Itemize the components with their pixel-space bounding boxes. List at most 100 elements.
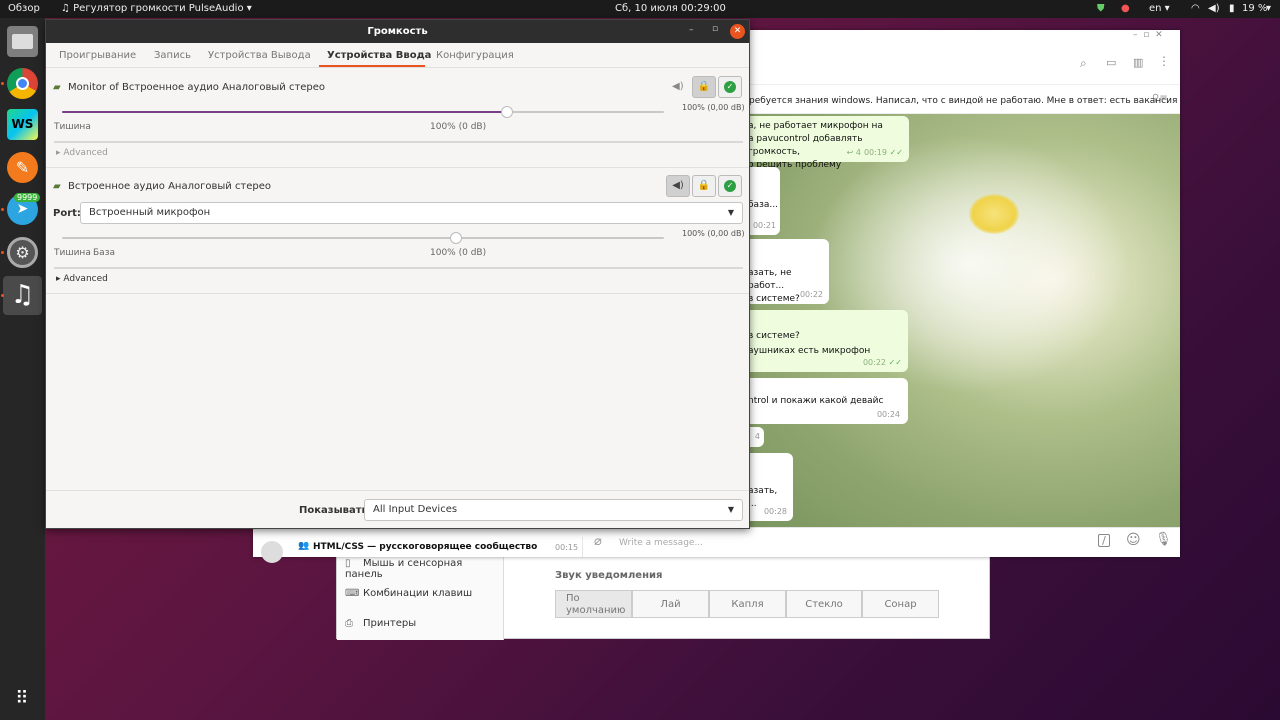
volume-icon[interactable]: ◀) bbox=[1208, 3, 1220, 14]
running-indicator bbox=[1, 251, 4, 254]
volume-slider[interactable] bbox=[62, 106, 664, 118]
running-indicator bbox=[1, 294, 4, 297]
tab-output-devices[interactable]: Устройства Вывода bbox=[208, 50, 311, 61]
show-select[interactable]: All Input Devices ▼ bbox=[364, 499, 743, 521]
chat-title: HTML/CSS — русскоговорящее сообщество bbox=[313, 542, 538, 552]
wifi-icon[interactable]: ◠ bbox=[1191, 3, 1200, 14]
more-icon[interactable]: ⋮ bbox=[1158, 54, 1170, 68]
speaker-icon: ◀) bbox=[672, 180, 684, 191]
chrome-icon[interactable] bbox=[7, 68, 38, 99]
advanced-expander[interactable]: ▸ Advanced bbox=[56, 148, 108, 158]
chat-list-item[interactable]: 👥 HTML/CSS — русскоговорящее сообщество … bbox=[253, 537, 583, 563]
settings-gear-icon[interactable]: ⚙ bbox=[7, 237, 38, 268]
battery-level: 19 % bbox=[1242, 3, 1268, 14]
close-icon[interactable]: ✕ bbox=[1155, 30, 1163, 40]
read-check-icon: ✓✓ bbox=[889, 148, 903, 157]
set-default-button[interactable]: ✓ bbox=[718, 175, 742, 197]
mute-button[interactable]: ◀) bbox=[666, 175, 690, 197]
webstorm-icon[interactable]: WS bbox=[7, 109, 38, 140]
compose-bar: ⌀ Write a message... / ☺ 🎙 bbox=[583, 527, 1180, 557]
speaker-icon: ◀) bbox=[672, 81, 684, 92]
message-bubble[interactable]: а, не работает микрофон на а pavucontrol… bbox=[740, 116, 909, 170]
app-grid-icon[interactable]: ⠿ bbox=[12, 689, 32, 709]
message-bubble[interactable]: ntrol и покажи какой девайс 00:24 bbox=[740, 378, 908, 424]
lock-channels-button[interactable]: 🔒 bbox=[692, 175, 716, 197]
microphone-icon[interactable]: 🎙 bbox=[1155, 532, 1172, 547]
device-name: Встроенное аудио Аналоговый стерео bbox=[68, 181, 272, 192]
sound-default-button[interactable]: По умолчанию bbox=[555, 590, 632, 618]
close-icon[interactable]: ✕ bbox=[730, 24, 745, 39]
minimize-icon[interactable]: – bbox=[689, 25, 694, 35]
lock-channels-button[interactable]: 🔒 bbox=[692, 76, 716, 98]
hundred-percent-label: 100% (0 dB) bbox=[430, 248, 487, 258]
lock-icon: 🔒 bbox=[697, 180, 711, 191]
dropdown-arrow-icon: ▼ bbox=[727, 505, 734, 514]
tab-configuration[interactable]: Конфигурация bbox=[436, 50, 514, 61]
sidebar-item-shortcuts[interactable]: ⌨ Комбинации клавиш bbox=[345, 588, 472, 599]
sound-glass-button[interactable]: Стекло bbox=[786, 590, 862, 618]
show-label: Показывать: bbox=[299, 505, 372, 516]
advanced-expander[interactable]: ▸ Advanced bbox=[56, 274, 108, 284]
settings-window: ▯ Мышь и сенсорная панель ⌨ Комбинации кла… bbox=[336, 548, 990, 640]
language-indicator[interactable]: en ▾ bbox=[1149, 3, 1170, 14]
battery-icon[interactable]: ▮ bbox=[1229, 3, 1235, 14]
settings-sidebar: ▯ Мышь и сенсорная панель ⌨ Комбинации кла… bbox=[337, 549, 504, 640]
silence-label: Тишина bbox=[54, 122, 91, 132]
microphone-device-icon: ▰ bbox=[53, 181, 61, 192]
attach-icon[interactable]: ⌀ bbox=[594, 534, 602, 549]
message-bubble[interactable]: азать, не работ... в системе? 00:22 bbox=[740, 239, 829, 304]
sidebar-toggle-icon[interactable]: ▥ bbox=[1133, 56, 1143, 69]
pinned-bar[interactable]: ребуется знания windows. Написал, что с … bbox=[749, 84, 1189, 114]
maximize-icon[interactable]: ▫ bbox=[1143, 30, 1149, 40]
reply-count: ↩ 4 bbox=[846, 148, 861, 157]
app-menu[interactable]: ♫ Регулятор громкости PulseAudio ▾ bbox=[61, 3, 252, 14]
search-icon[interactable]: ⌕ bbox=[1080, 56, 1087, 71]
pavucontrol-window: Громкость – ▫ ✕ Проигрывание Запись Устр… bbox=[45, 19, 750, 529]
tab-input-devices[interactable]: Устройства Ввода bbox=[327, 50, 431, 61]
sidebar-item-printers[interactable]: ⎙ Принтеры bbox=[345, 618, 416, 629]
separator bbox=[54, 141, 743, 143]
device-divider bbox=[46, 167, 749, 168]
device-divider bbox=[46, 293, 749, 294]
port-label: Port: bbox=[53, 208, 81, 219]
commands-icon[interactable]: / bbox=[1098, 534, 1110, 547]
postman-icon[interactable]: ✎ bbox=[7, 152, 38, 183]
set-default-button[interactable]: ✓ bbox=[718, 76, 742, 98]
separator bbox=[54, 267, 743, 269]
check-icon: ✓ bbox=[724, 180, 736, 192]
sidebar-item-mouse[interactable]: ▯ Мышь и сенсорная панель bbox=[345, 558, 503, 580]
message-input[interactable]: Write a message... bbox=[619, 538, 703, 548]
activities-button[interactable]: Обзор bbox=[8, 3, 40, 14]
shield-icon[interactable]: ⛊ bbox=[1097, 3, 1105, 14]
app-indicator-icon[interactable]: ● bbox=[1121, 3, 1130, 14]
maximize-icon[interactable]: ▫ bbox=[712, 24, 718, 34]
discussion-icon[interactable]: ▭ bbox=[1106, 56, 1116, 69]
music-note-icon[interactable]: ♫ bbox=[7, 280, 38, 311]
pinned-text: ребуется знания windows. Написал, что с … bbox=[749, 96, 1189, 106]
sound-drip-button[interactable]: Капля bbox=[709, 590, 786, 618]
volume-slider-knob[interactable] bbox=[450, 232, 462, 244]
sound-sonar-button[interactable]: Сонар bbox=[862, 590, 939, 618]
emoji-icon[interactable]: ☺ bbox=[1126, 532, 1141, 548]
message-bubble[interactable]: в системе? аушниках есть микрофон 00:22 … bbox=[740, 310, 908, 372]
files-icon[interactable] bbox=[7, 26, 38, 57]
system-menu-chevron-icon[interactable]: ▾ bbox=[1266, 3, 1271, 14]
minimize-icon[interactable]: – bbox=[1133, 30, 1138, 40]
dock: WS ✎ ➤ 9999 ⚙ ♫ ⠿ bbox=[0, 18, 45, 720]
sound-bark-button[interactable]: Лай bbox=[632, 590, 709, 618]
microphone-device-icon: ▰ bbox=[53, 82, 61, 93]
tab-divider bbox=[46, 67, 749, 68]
tab-recording[interactable]: Запись bbox=[154, 50, 191, 61]
silence-label: Тишина bbox=[54, 248, 91, 258]
bottom-divider bbox=[46, 490, 749, 491]
pin-icon[interactable]: ⚲≡ bbox=[1152, 93, 1168, 104]
check-icon: ✓ bbox=[724, 81, 736, 93]
port-select[interactable]: Встроенный микрофон ▼ bbox=[80, 202, 743, 224]
tab-playback[interactable]: Проигрывание bbox=[59, 50, 136, 61]
volume-slider-knob[interactable] bbox=[501, 106, 514, 118]
volume-value: 100% (0,00 dB) bbox=[682, 103, 745, 112]
keyboard-icon: ⌨ bbox=[345, 588, 360, 599]
clock[interactable]: Сб, 10 июля 00:29:00 bbox=[615, 3, 726, 14]
chevron-down-icon: ▾ bbox=[243, 3, 252, 14]
volume-slider[interactable] bbox=[62, 232, 664, 244]
